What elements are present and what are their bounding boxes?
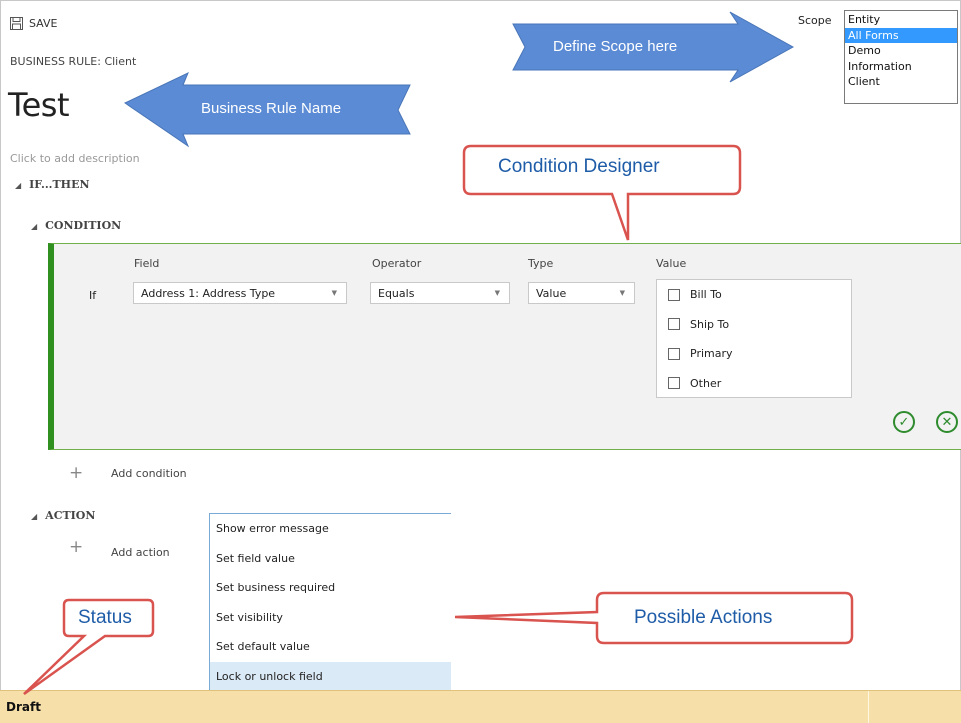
annotation-overlay [23, 11, 854, 696]
status-annotation: Status [78, 607, 132, 628]
possible-actions-annotation: Possible Actions [634, 607, 773, 628]
define-scope-annotation: Define Scope here [553, 38, 678, 55]
condition-designer-annotation: Condition Designer [498, 156, 660, 177]
business-rule-name-annotation: Business Rule Name [201, 100, 342, 117]
